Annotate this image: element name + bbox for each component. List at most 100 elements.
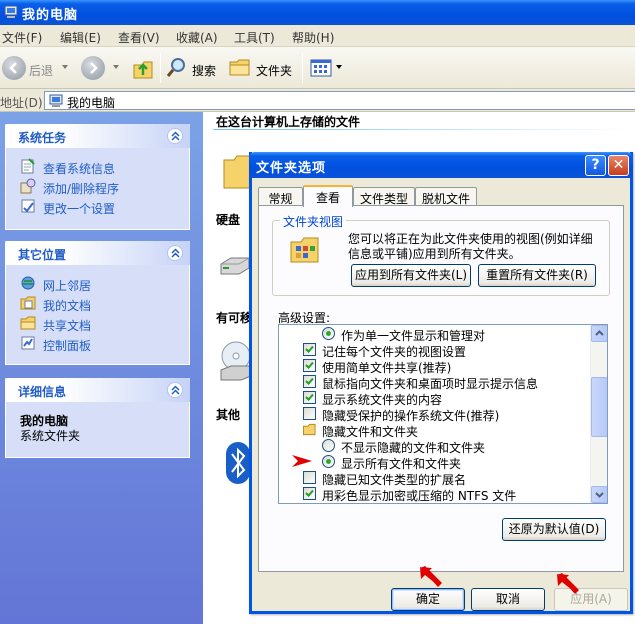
window-title-bar[interactable]: 我的电脑 — [0, 0, 635, 25]
advanced-setting-label: 隐藏受保护的操作系统文件(推荐) — [322, 409, 500, 423]
hard-disk-group-title: 硬盘 — [216, 213, 241, 227]
window-title: 我的电脑 — [22, 8, 79, 23]
ok-button[interactable]: 确定 — [391, 588, 465, 611]
checkbox[interactable] — [303, 391, 316, 404]
system-tasks-body: 查看系统信息 添加/删除程序 更改一个设置 — [5, 148, 190, 230]
bluetooth-icon[interactable] — [225, 441, 251, 485]
views-icon[interactable] — [310, 59, 332, 77]
close-button[interactable]: ✕ — [608, 155, 629, 176]
other-places-body: 网上邻居 我的文档 共享文档 控制面板 — [5, 265, 190, 365]
checkbox[interactable] — [303, 343, 316, 356]
advanced-setting-label: 不显示隐藏的文件和文件夹 — [341, 441, 486, 455]
menu-item[interactable]: 查看(V) — [118, 29, 160, 46]
address-input[interactable]: 我的电脑 — [44, 91, 635, 110]
details-type: 系统文件夹 — [20, 429, 81, 443]
radio-button[interactable] — [322, 327, 335, 340]
radio-button[interactable] — [322, 439, 335, 452]
tab-offline-files[interactable]: 脱机文件 — [415, 187, 477, 206]
my-documents-icon — [20, 296, 36, 310]
checkmark-icon — [305, 489, 314, 497]
advanced-settings-scrollbar[interactable] — [590, 325, 607, 503]
folder-views-description: 您可以将正在为此文件夹使用的视图(例如详细信息或平铺)应用到所有文件夹。 — [348, 232, 593, 261]
back-dropdown-icon[interactable] — [62, 65, 68, 69]
up-folder-icon[interactable] — [131, 55, 155, 81]
advanced-setting-label: 隐藏已知文件类型的扩展名 — [322, 473, 467, 487]
dialog-title-bar[interactable]: 文件夹选项 ? ✕ — [249, 152, 633, 178]
advanced-settings-list[interactable]: 用彩色显示加密或压缩的 NTFS 文件 隐藏已知文件类型的扩展名 显示所有文件和文件… — [278, 324, 608, 504]
radio-button[interactable] — [322, 455, 335, 468]
system-tasks-panel: 系统任务 查看系统信息 添加/删除程序 更改一个设置 — [5, 124, 190, 230]
views-dropdown-icon[interactable] — [336, 65, 342, 69]
advanced-setting-label: 作为单一文件显示和管理对 — [341, 329, 486, 343]
network-icon — [21, 276, 35, 290]
menu-item[interactable]: 帮助(H) — [292, 29, 334, 46]
checkbox[interactable] — [303, 407, 316, 420]
collapse-chevron-icon[interactable] — [167, 245, 183, 261]
toolbar-separator — [302, 53, 303, 83]
system-tasks-title: 系统任务 — [18, 131, 67, 145]
system-info-icon — [21, 158, 35, 174]
back-label: 后退 — [29, 64, 54, 78]
address-value: 我的电脑 — [67, 96, 116, 110]
chevron-down-icon — [595, 492, 604, 498]
toolbar-separator — [160, 53, 161, 83]
address-label: 地址(D) — [0, 96, 43, 110]
collapse-chevron-icon[interactable] — [167, 128, 183, 144]
back-arrow-icon — [9, 62, 17, 74]
folder-icon — [20, 316, 36, 330]
scroll-up-button[interactable] — [591, 325, 607, 342]
cancel-button[interactable]: 取消 — [471, 588, 545, 611]
folders-icon[interactable] — [229, 57, 251, 77]
collapse-chevron-icon[interactable] — [167, 382, 183, 398]
folder-options-dialog: 文件夹选项 ? ✕ 常规 查看 文件类型 脱机文件 文件夹视图 您可以将正在为此… — [249, 152, 633, 614]
checkbox[interactable] — [303, 471, 316, 484]
tab-view[interactable]: 查看 — [303, 185, 353, 207]
menu-item[interactable]: 编辑(E) — [60, 29, 101, 46]
tab-general[interactable]: 常规 — [258, 187, 303, 206]
restore-defaults-button[interactable]: 还原为默认值(D) — [502, 518, 606, 541]
checkbox[interactable] — [303, 487, 316, 500]
add-remove-icon — [20, 178, 36, 194]
advanced-setting-label: 显示所有文件和文件夹 — [341, 457, 462, 471]
checkmark-icon — [305, 393, 314, 401]
menu-item[interactable]: 文件(F) — [2, 29, 42, 46]
details-header[interactable]: 详细信息 — [5, 378, 190, 402]
menu-item[interactable]: 收藏(A) — [176, 29, 218, 46]
scroll-down-button[interactable] — [591, 486, 607, 503]
task-pane: 系统任务 查看系统信息 添加/删除程序 更改一个设置 其它位置 网上邻居 我的文… — [0, 112, 203, 624]
hard-drive-icon[interactable] — [219, 252, 251, 282]
folder-views-legend: 文件夹视图 — [280, 213, 347, 230]
other-places-panel: 其它位置 网上邻居 我的文档 共享文档 控制面板 — [5, 241, 190, 365]
help-button[interactable]: ? — [585, 155, 606, 176]
menu-item[interactable]: 工具(T) — [234, 29, 275, 46]
apply-to-all-folders-button[interactable]: 应用到所有文件夹(L) — [351, 264, 471, 287]
cd-drive-icon[interactable] — [219, 340, 253, 386]
reset-all-folders-button[interactable]: 重置所有文件夹(R) — [478, 264, 596, 287]
annotation-arrow-icon — [292, 455, 312, 467]
shared-folder-icon[interactable] — [223, 150, 251, 190]
forward-arrow-icon — [90, 62, 98, 74]
menu-bar: 文件(F) 编辑(E) 查看(V) 收藏(A) 工具(T) 帮助(H) — [0, 25, 635, 47]
details-body: 我的电脑 系统文件夹 — [5, 402, 190, 458]
folder-views-icon — [290, 237, 319, 263]
checkbox[interactable] — [303, 359, 316, 372]
my-computer-icon — [4, 5, 18, 18]
tab-file-types[interactable]: 文件类型 — [353, 187, 415, 206]
search-icon[interactable] — [166, 56, 188, 78]
system-tasks-header[interactable]: 系统任务 — [5, 124, 190, 148]
dialog-title: 文件夹选项 — [256, 161, 327, 176]
details-title: 详细信息 — [18, 385, 67, 399]
forward-dropdown-icon[interactable] — [113, 65, 119, 69]
folder-icon — [303, 423, 316, 436]
other-places-header[interactable]: 其它位置 — [5, 241, 190, 265]
checkbox[interactable] — [303, 375, 316, 388]
toolbar: 后退 搜索 文件夹 — [0, 47, 635, 89]
back-button[interactable] — [2, 56, 26, 80]
advanced-setting-label: 用彩色显示加密或压缩的 NTFS 文件 — [322, 489, 517, 503]
group-divider — [213, 129, 633, 130]
forward-button[interactable] — [81, 56, 105, 80]
details-panel: 详细信息 我的电脑 系统文件夹 — [5, 378, 190, 458]
scroll-thumb[interactable] — [591, 377, 607, 437]
folders-label[interactable]: 文件夹 — [256, 62, 292, 79]
search-label[interactable]: 搜索 — [192, 62, 216, 79]
